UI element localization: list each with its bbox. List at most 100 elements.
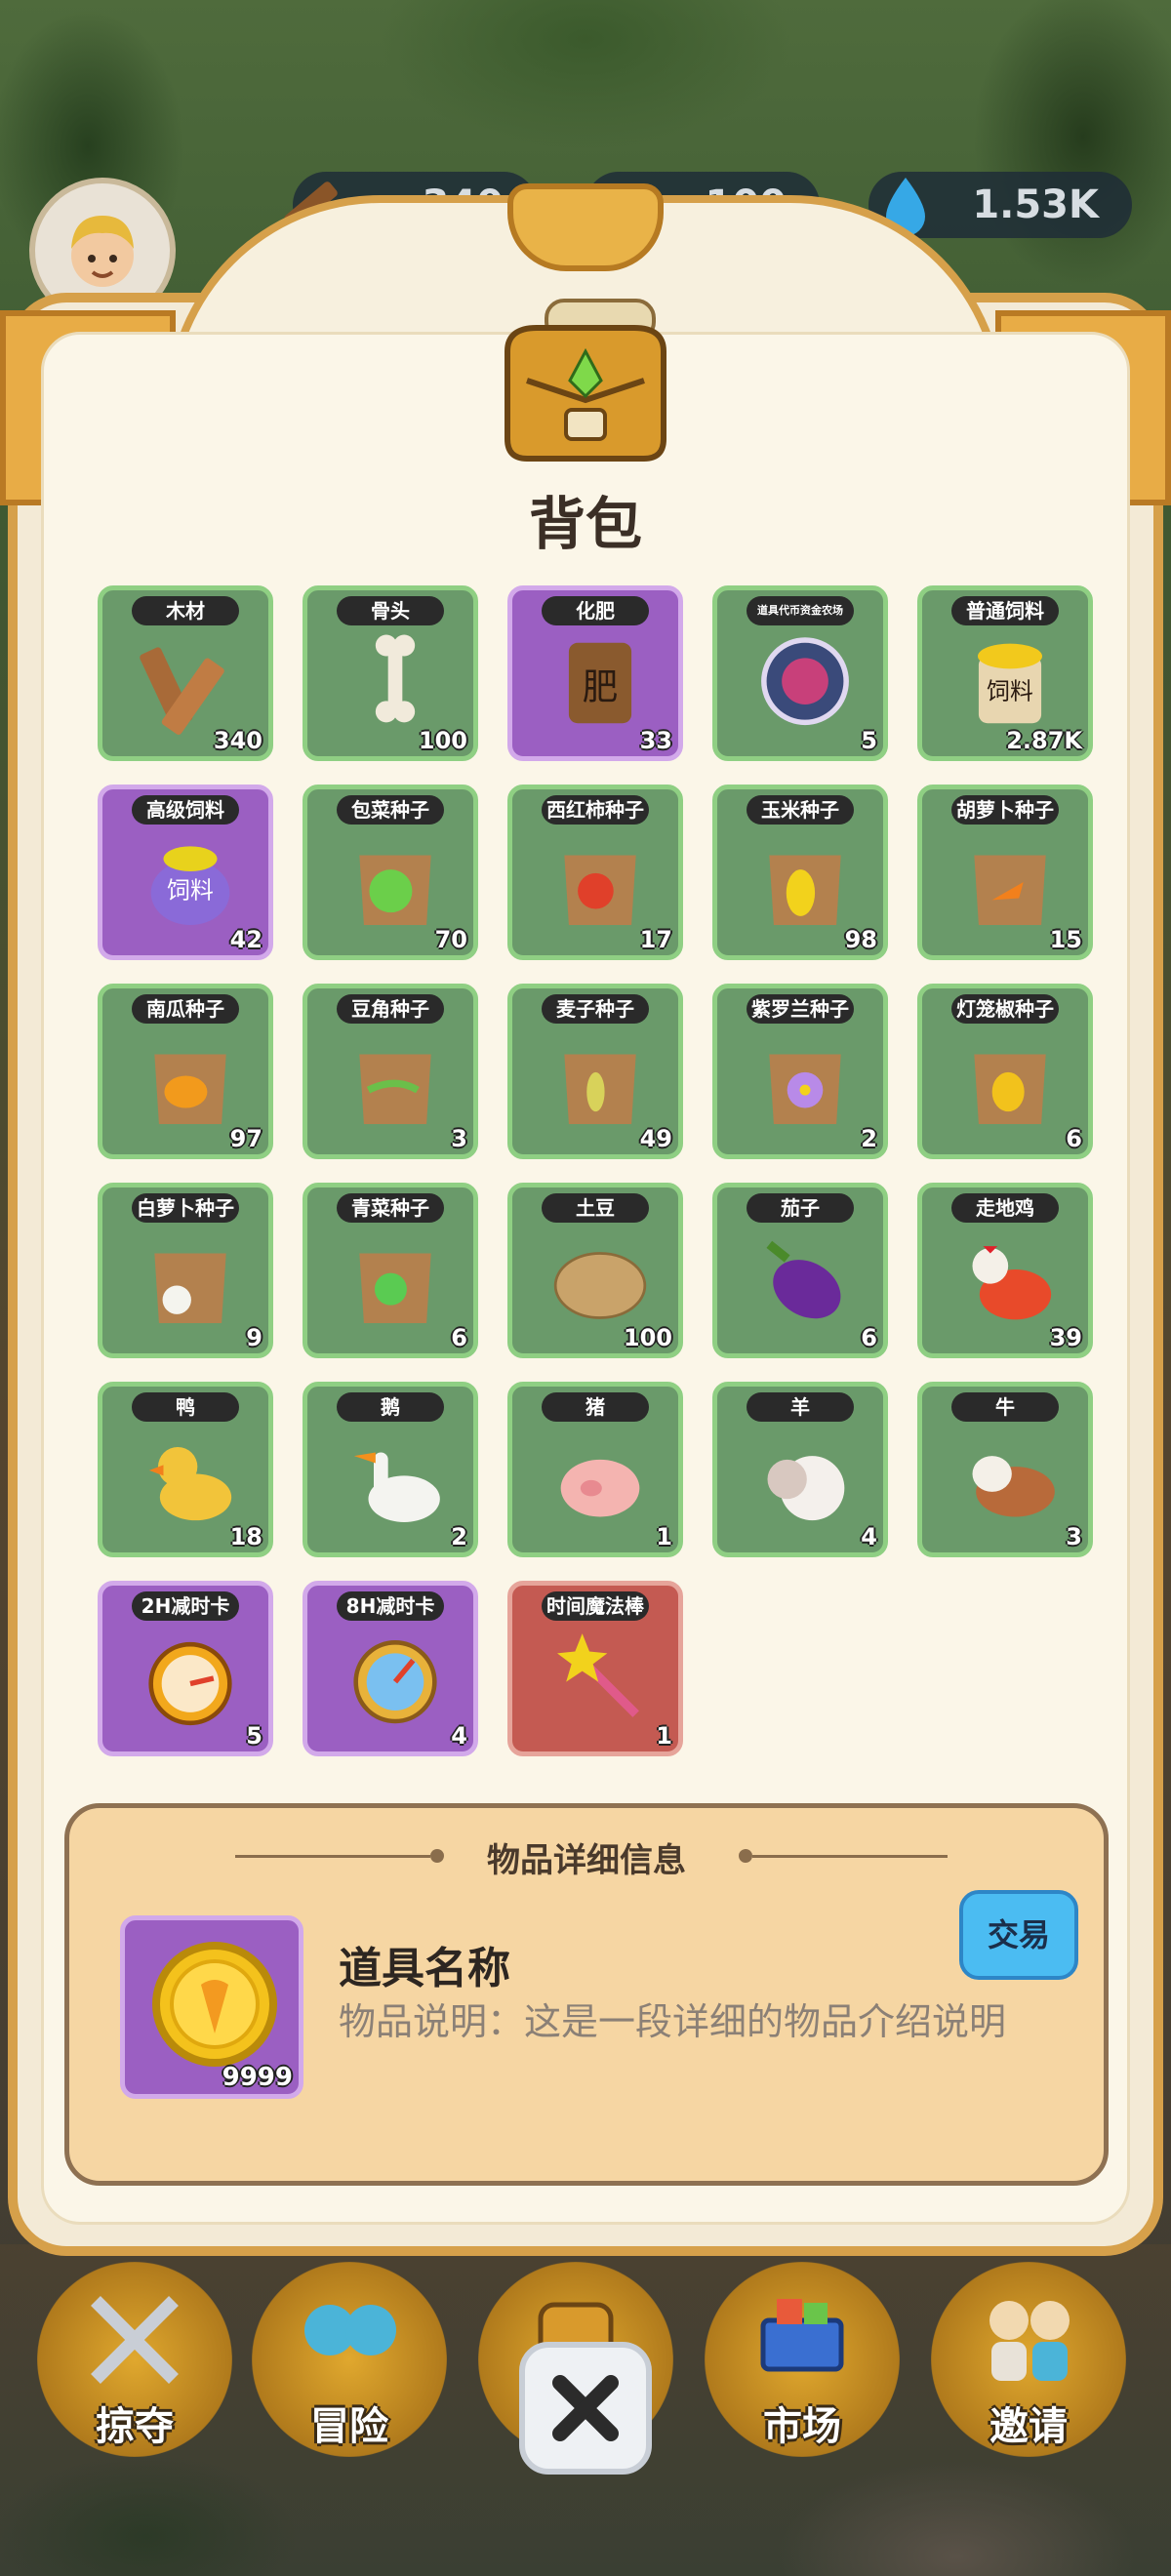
slot-count: 9 [246, 1324, 262, 1351]
inventory-slot[interactable]: 羊4 [712, 1382, 888, 1557]
slot-label: 白萝卜种子 [132, 1193, 239, 1223]
player-face-icon [71, 216, 134, 287]
fertilizer-bag-icon: 肥 [568, 642, 632, 724]
inventory-slot[interactable]: 饲料 高级饲料 42 [98, 785, 273, 960]
slot-count: 5 [246, 1722, 262, 1750]
slot-count: 15 [1049, 926, 1082, 953]
slot-label: 走地鸡 [951, 1193, 1059, 1223]
nav-invite-label: 邀请 [989, 2404, 1068, 2449]
inventory-slot[interactable]: 南瓜种子 97 [98, 984, 273, 1159]
panel-crest [507, 183, 664, 271]
item-detail-panel: 物品详细信息 9999 道具名称 物品说明：这是一段详细的物品介绍说明 交易 [64, 1803, 1109, 2186]
gold-coin-icon [152, 1942, 277, 2067]
inventory-slot[interactable]: 骨头 100 [303, 585, 478, 761]
detail-item-description: 物品说明：这是一段详细的物品介绍说明 [339, 2000, 1007, 2043]
inventory-slot[interactable]: 时间魔法棒 1 [507, 1581, 683, 1756]
crossed-swords-icon [91, 2296, 179, 2384]
inventory-slot[interactable]: 走地鸡 39 [917, 1183, 1093, 1358]
slot-label: 紫罗兰种子 [747, 994, 854, 1024]
slot-count: 1 [656, 1523, 672, 1550]
corn-seed-icon [769, 855, 841, 925]
trade-button[interactable]: 交易 [959, 1890, 1078, 1980]
token-chip-icon [761, 637, 849, 726]
potato-icon [553, 1252, 647, 1319]
inventory-slot[interactable]: 西红柿种子 17 [507, 785, 683, 960]
inventory-slot[interactable]: 灯笼椒种子 6 [917, 984, 1093, 1159]
slot-label: 猪 [542, 1392, 649, 1422]
slot-count: 2 [451, 1523, 467, 1550]
slot-count: 17 [639, 926, 672, 953]
slot-label: 包菜种子 [337, 795, 444, 825]
slot-label: 道具代币资金农场 [747, 596, 854, 625]
nav-adventure-label: 冒险 [310, 2404, 388, 2449]
goose-icon [353, 1452, 440, 1522]
stopwatch-icon [148, 1641, 232, 1726]
wheat-seed-icon [564, 1054, 636, 1124]
bean-seed-icon [359, 1054, 431, 1124]
slot-count: 42 [229, 926, 262, 953]
slot-label: 化肥 [542, 596, 649, 625]
detail-item-count: 9999 [222, 2063, 293, 2092]
nav-market-label: 市场 [763, 2404, 841, 2449]
slot-count: 4 [861, 1523, 877, 1550]
nav-market-button[interactable]: 市场 [705, 2262, 900, 2457]
inventory-slot[interactable]: 紫罗兰种子 2 [712, 984, 888, 1159]
slot-count: 33 [639, 727, 672, 754]
close-icon [552, 2375, 619, 2441]
inventory-slot[interactable]: 茄子 6 [712, 1183, 888, 1358]
greens-seed-icon [359, 1253, 431, 1323]
carrot-seed-icon [974, 855, 1046, 925]
eggplant-icon [766, 1240, 841, 1319]
slot-count: 4 [451, 1722, 467, 1750]
slot-label: 羊 [747, 1392, 854, 1422]
nav-invite-button[interactable]: 邀请 [931, 2262, 1126, 2457]
slot-count: 2.87K [1006, 727, 1082, 754]
slot-label: 豆角种子 [337, 994, 444, 1024]
inventory-slot[interactable]: 鸭 18 [98, 1382, 273, 1557]
slot-label: 灯笼椒种子 [951, 994, 1059, 1024]
inventory-slot[interactable]: 青菜种子 6 [303, 1183, 478, 1358]
premium-feed-bag-icon: 饲料 [150, 846, 230, 925]
inventory-slot[interactable]: 麦子种子 49 [507, 984, 683, 1159]
inventory-slot[interactable]: 8H减时卡 4 [303, 1581, 478, 1756]
inventory-slot[interactable]: 胡萝卜种子 15 [917, 785, 1093, 960]
inventory-slot[interactable]: 道具代币资金农场 5 [712, 585, 888, 761]
slot-count: 6 [861, 1324, 877, 1351]
inventory-slot[interactable]: 饲料 普通饲料 2.87K [917, 585, 1093, 761]
invite-people-icon [989, 2301, 1070, 2381]
slot-label: 普通饲料 [951, 596, 1059, 625]
slot-count: 49 [639, 1125, 672, 1152]
header-line-right [752, 1855, 948, 1858]
inventory-slot[interactable]: 鹅2 [303, 1382, 478, 1557]
wood-planks-icon [140, 647, 224, 735]
slot-label: 玉米种子 [747, 795, 854, 825]
bag-text: 肥 [583, 666, 619, 708]
inventory-grid: 木材 340 骨头 100 肥化肥 33 道具代币资金农场 5 饲料 普通饲料 2.87K 饲料 高级饲… [98, 585, 1093, 1756]
nav-adventure-button[interactable]: 冒险 [252, 2262, 447, 2457]
inventory-slot[interactable]: 2H减时卡 5 [98, 1581, 273, 1756]
inventory-slot[interactable]: 白萝卜种子 9 [98, 1183, 273, 1358]
inventory-slot[interactable]: 包菜种子 70 [303, 785, 478, 960]
close-button[interactable] [519, 2342, 652, 2475]
pepper-seed-icon [974, 1054, 1046, 1124]
inventory-slot[interactable]: 肥 化肥 33 [507, 585, 683, 761]
radish-seed-icon [154, 1253, 226, 1323]
inventory-slot[interactable]: 土豆 100 [507, 1183, 683, 1358]
slot-count: 100 [623, 1324, 672, 1351]
inventory-slot[interactable]: 牛3 [917, 1382, 1093, 1557]
slot-label: 牛 [951, 1392, 1059, 1422]
slot-label: 木材 [132, 596, 239, 625]
inventory-slot[interactable]: 猪1 [507, 1382, 683, 1557]
slot-count: 100 [418, 727, 467, 754]
water-counter: 1.53K [868, 172, 1132, 238]
slot-label: 麦子种子 [542, 994, 649, 1024]
backpack-icon [505, 299, 666, 462]
header-dot-right [739, 1849, 752, 1863]
inventory-slot[interactable]: 豆角种子 3 [303, 984, 478, 1159]
detail-item-name: 道具名称 [339, 1944, 510, 1993]
nav-plunder-button[interactable]: 掠夺 [37, 2262, 232, 2457]
water-value: 1.53K [972, 182, 1099, 227]
violet-seed-icon [769, 1054, 841, 1124]
inventory-slot[interactable]: 木材 340 [98, 585, 273, 761]
inventory-slot[interactable]: 玉米种子 98 [712, 785, 888, 960]
